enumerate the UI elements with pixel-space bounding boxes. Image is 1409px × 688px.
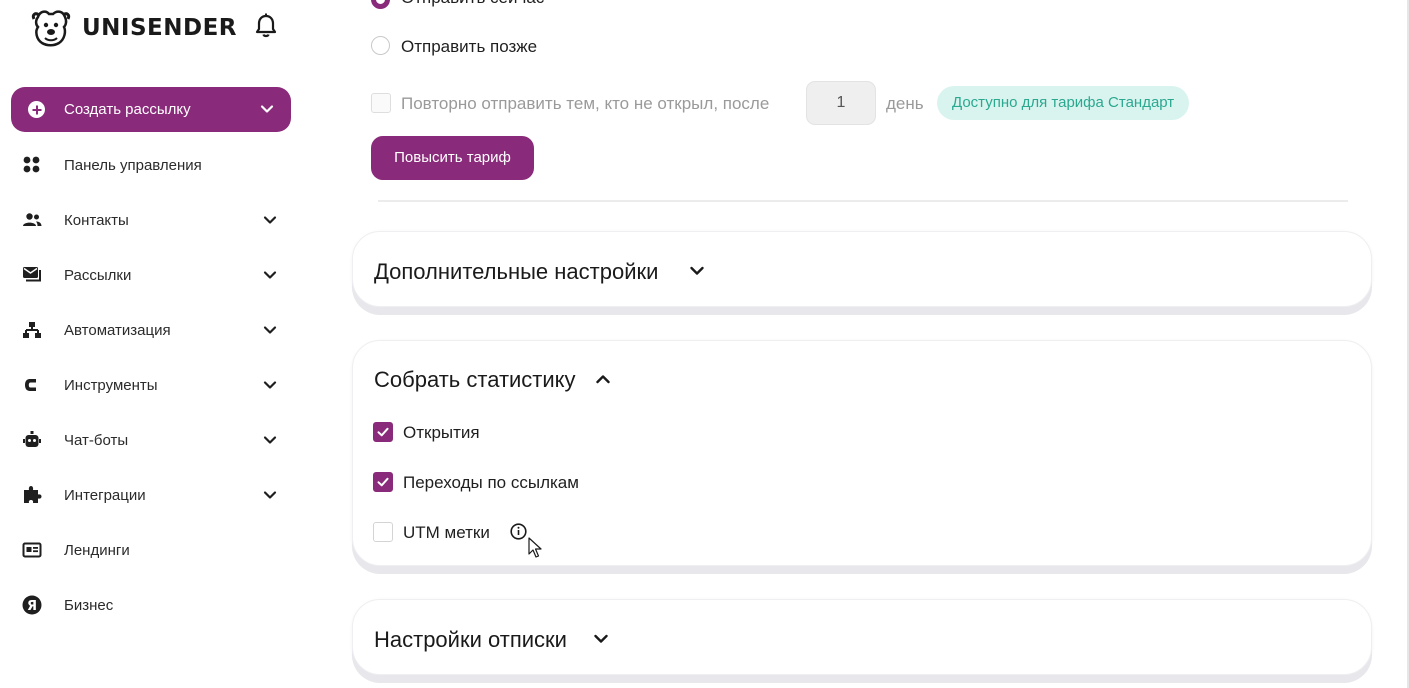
opens-label: Открытия [403, 423, 480, 442]
chevron-down-icon [263, 216, 277, 224]
sidebar-item-label: Инструменты [64, 376, 158, 394]
chevron-down-icon [260, 105, 274, 113]
utm-label: UTM метки [403, 523, 490, 542]
tariff-badge: Доступно для тарифа Стандарт [937, 86, 1190, 120]
mailings-icon [22, 265, 50, 285]
chevron-down-icon [263, 436, 277, 444]
checkmark-icon [377, 477, 389, 487]
additional-settings-title[interactable]: Дополнительные настройки [374, 259, 658, 285]
send-now-label: Отправить сейчас [401, 0, 544, 8]
tools-icon [22, 375, 50, 395]
resend-days-unit: день [886, 94, 924, 113]
info-icon[interactable] [510, 523, 527, 540]
create-campaign-label: Создать рассылку [64, 101, 191, 118]
dashboard-icon [22, 155, 50, 175]
collect-stats-card: Собрать статистику Открытия Переходы по … [352, 340, 1372, 566]
create-campaign-button[interactable]: Создать рассылку [11, 87, 291, 132]
sidebar-item-landings[interactable]: Лендинги [22, 533, 290, 567]
resend-days-input[interactable]: 1 [806, 81, 876, 125]
chevron-down-icon[interactable] [688, 262, 706, 280]
unsubscribe-settings-title[interactable]: Настройки отписки [374, 627, 567, 653]
sidebar-item-label: Рассылки [64, 266, 132, 284]
sidebar-item-label: Лендинги [64, 541, 130, 559]
sidebar-item-mailings[interactable]: Рассылки [22, 258, 290, 292]
sidebar-item-dashboard[interactable]: Панель управления [22, 148, 290, 182]
notifications-bell-icon[interactable] [254, 13, 278, 39]
resend-checkbox[interactable] [371, 93, 391, 113]
sidebar-item-label: Бизнес [64, 596, 114, 614]
divider [378, 200, 1348, 202]
utm-checkbox[interactable] [373, 522, 393, 542]
link-clicks-label: Переходы по ссылкам [403, 473, 579, 492]
send-later-label: Отправить позже [401, 37, 538, 56]
sidebar-item-tools[interactable]: Инструменты [22, 368, 290, 402]
mouse-cursor-icon [528, 537, 542, 558]
svg-text:Я: Я [27, 599, 37, 614]
upgrade-tariff-button[interactable]: Повысить тариф [371, 136, 534, 180]
chevron-up-icon[interactable] [594, 370, 612, 388]
logo[interactable]: UNISENDER [30, 8, 290, 48]
chatbot-icon [22, 430, 50, 450]
sidebar-item-integrations[interactable]: Интеграции [22, 478, 290, 512]
checkmark-icon [377, 427, 389, 437]
additional-settings-card: Дополнительные настройки [352, 231, 1372, 307]
sidebar: UNISENDER Создать рассылку Панель управл… [0, 0, 310, 688]
sidebar-item-label: Автоматизация [64, 321, 171, 339]
chevron-down-icon[interactable] [592, 630, 610, 648]
collect-stats-title[interactable]: Собрать статистику [374, 367, 576, 393]
contacts-icon [22, 210, 50, 230]
sidebar-item-label: Панель управления [64, 156, 202, 174]
send-later-radio[interactable] [371, 36, 390, 55]
automation-icon [22, 320, 50, 340]
sidebar-item-label: Интеграции [64, 486, 146, 504]
opens-checkbox[interactable] [373, 422, 393, 442]
main-content: Отправить сейчас Отправить позже Повторн… [340, 0, 1409, 688]
dog-logo-icon [31, 10, 71, 47]
link-clicks-checkbox[interactable] [373, 472, 393, 492]
resend-label: Повторно отправить тем, кто не открыл, п… [401, 94, 770, 113]
unsubscribe-settings-card: Настройки отписки [352, 599, 1372, 675]
plus-circle-icon [28, 101, 45, 118]
sidebar-item-automation[interactable]: Автоматизация [22, 313, 290, 347]
sidebar-item-contacts[interactable]: Контакты [22, 203, 290, 237]
chevron-down-icon [263, 491, 277, 499]
landing-icon [22, 540, 50, 560]
sidebar-item-business[interactable]: Я Бизнес [22, 588, 290, 622]
sidebar-item-label: Контакты [64, 211, 129, 229]
send-now-radio[interactable] [371, 0, 390, 9]
sidebar-item-label: Чат-боты [64, 431, 129, 449]
chevron-down-icon [263, 271, 277, 279]
yandex-icon: Я [22, 595, 50, 615]
chevron-down-icon [263, 326, 277, 334]
chevron-down-icon [263, 381, 277, 389]
puzzle-icon [22, 485, 50, 505]
brand-name: UNISENDER [82, 15, 238, 41]
sidebar-item-chatbots[interactable]: Чат-боты [22, 423, 290, 457]
